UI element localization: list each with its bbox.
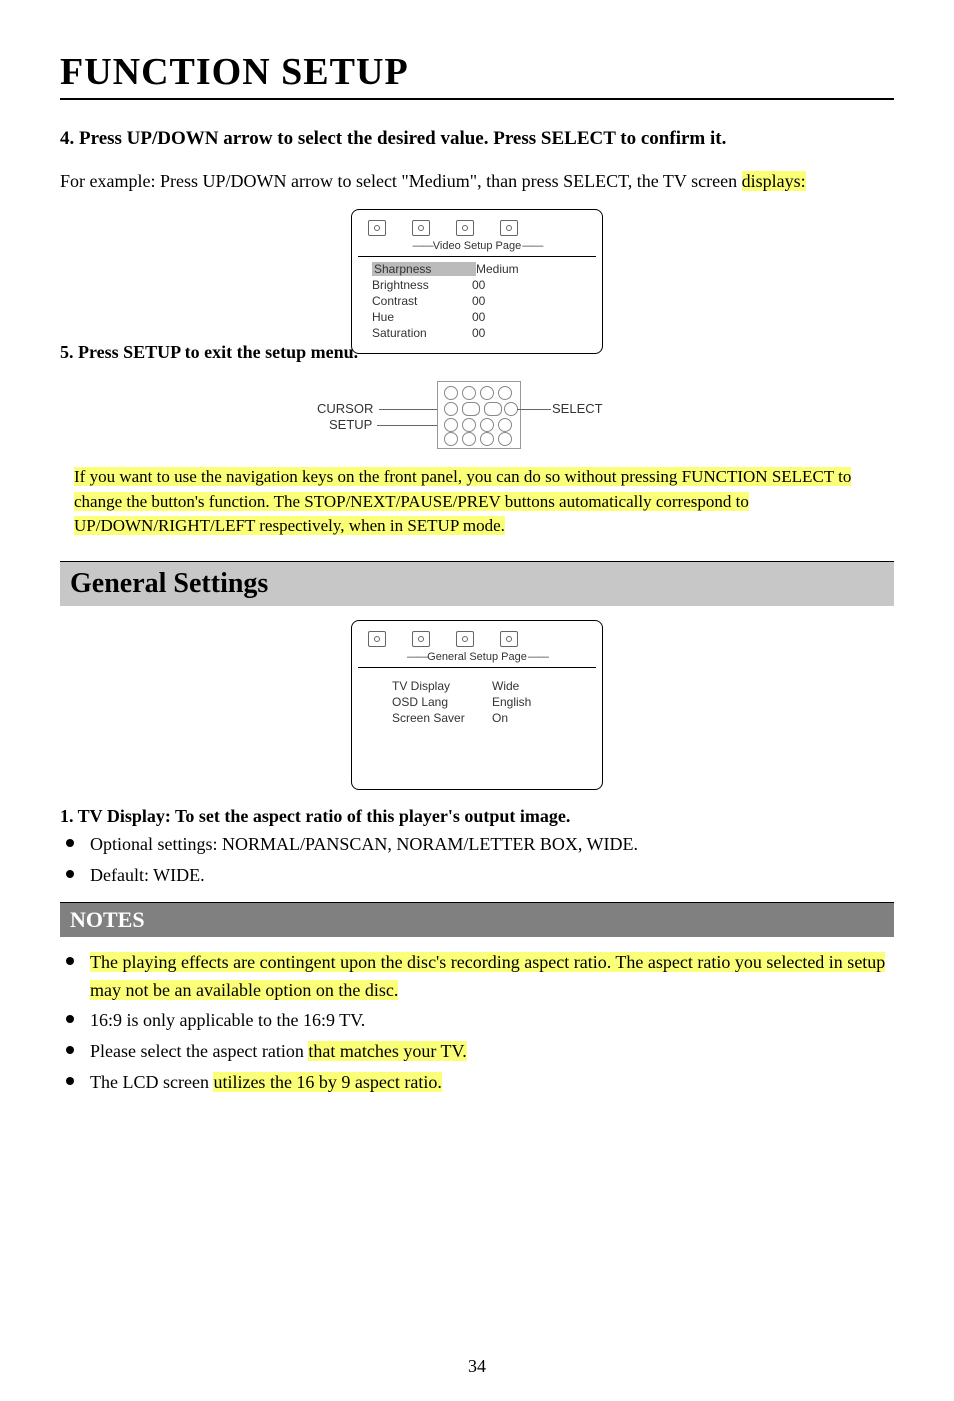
page-number: 34 <box>0 1356 954 1377</box>
tab-icon <box>368 220 386 236</box>
note-4a: The LCD screen <box>90 1072 213 1092</box>
osd-key: Brightness <box>372 278 472 292</box>
osd-items: Sharpness Medium Brightness 00 Contrast … <box>358 257 596 347</box>
osd-value: 00 <box>472 278 485 292</box>
osd-row: Brightness 00 <box>360 277 594 293</box>
tab-icon <box>412 220 430 236</box>
tab-icon <box>456 631 474 647</box>
osd-key: Hue <box>372 310 472 324</box>
osd-general-setup: General Setup Page TV Display Wide OSD L… <box>351 620 603 790</box>
osd-label: General Setup Page <box>358 649 596 665</box>
tv-display-header-rest: : To set the aspect ratio of this player… <box>165 806 570 826</box>
general-settings-header: General Settings <box>60 561 894 606</box>
remote-label-cursor: CURSOR <box>317 401 373 416</box>
tab-icon <box>500 220 518 236</box>
osd-key: Sharpness <box>372 262 476 276</box>
osd-row: Saturation 00 <box>360 325 594 341</box>
osd-video-wrapper: Video Setup Page Sharpness Medium Bright… <box>60 209 894 354</box>
osd-key: TV Display <box>392 679 492 693</box>
osd-key: Saturation <box>372 326 472 340</box>
list-item: The playing effects are contingent upon … <box>60 949 894 1005</box>
osd-value: Medium <box>476 262 519 276</box>
osd-value: Wide <box>492 679 519 693</box>
list-item: Default: WIDE. <box>60 862 894 890</box>
list-item: The LCD screen utilizes the 16 by 9 aspe… <box>60 1069 894 1097</box>
osd-general-wrapper: General Setup Page TV Display Wide OSD L… <box>60 620 894 790</box>
remote-label-select: SELECT <box>552 401 603 416</box>
list-item: Optional settings: NORMAL/PANSCAN, NORAM… <box>60 831 894 859</box>
note-3b-highlight: that matches your TV. <box>308 1041 466 1061</box>
osd-value: English <box>492 695 531 709</box>
osd-value: 00 <box>472 326 485 340</box>
remote-diagram-wrap: CURSOR SETUP SELECT <box>60 381 894 451</box>
example-text-line1: For example: Press UP/DOWN arrow to sele… <box>60 171 742 191</box>
notes-bullets: The playing effects are contingent upon … <box>60 949 894 1097</box>
page: FUNCTION SETUP 4. Press UP/DOWN arrow to… <box>0 0 954 1401</box>
osd-value: On <box>492 711 508 725</box>
osd-row: Contrast 00 <box>360 293 594 309</box>
tab-icon <box>368 631 386 647</box>
tab-icon <box>456 220 474 236</box>
osd-items: TV Display Wide OSD Lang English Screen … <box>358 668 596 732</box>
osd-value: 00 <box>472 294 485 308</box>
tv-display-header-bold: 1. TV Display <box>60 806 165 826</box>
remote-keypad <box>437 381 521 449</box>
list-item: Please select the aspect ration that mat… <box>60 1038 894 1066</box>
osd-key: OSD Lang <box>392 695 492 709</box>
tab-icon <box>412 631 430 647</box>
navigation-tip: If you want to use the navigation keys o… <box>74 465 886 539</box>
remote-label-setup: SETUP <box>329 417 372 432</box>
osd-tab-icons <box>358 627 596 649</box>
note-4b-highlight: utilizes the 16 by 9 aspect ratio. <box>213 1072 441 1092</box>
osd-label: Video Setup Page <box>358 238 596 254</box>
osd-tab-icons <box>358 216 596 238</box>
osd-row: Screen Saver On <box>380 710 594 726</box>
remote-diagram: CURSOR SETUP SELECT <box>317 381 637 451</box>
example-text-line2-highlight: displays: <box>742 171 806 191</box>
osd-row: OSD Lang English <box>380 694 594 710</box>
osd-row: TV Display Wide <box>380 678 594 694</box>
tab-icon <box>500 631 518 647</box>
note-1-highlight: The playing effects are contingent upon … <box>90 952 885 1000</box>
osd-value: 00 <box>472 310 485 324</box>
list-item: 16:9 is only applicable to the 16:9 TV. <box>60 1007 894 1035</box>
osd-row: Sharpness Medium <box>360 261 594 277</box>
notes-header: NOTES <box>60 902 894 937</box>
osd-row: Hue 00 <box>360 309 594 325</box>
tv-display-header: 1. TV Display: To set the aspect ratio o… <box>60 806 894 827</box>
osd-video-setup: Video Setup Page Sharpness Medium Bright… <box>351 209 603 354</box>
osd-key: Contrast <box>372 294 472 308</box>
example-text: For example: Press UP/DOWN arrow to sele… <box>60 168 894 195</box>
note-3a: Please select the aspect ration <box>90 1041 308 1061</box>
page-title: FUNCTION SETUP <box>60 50 894 100</box>
navigation-tip-highlight: If you want to use the navigation keys o… <box>74 467 851 535</box>
step-4-header: 4. Press UP/DOWN arrow to select the des… <box>60 128 894 150</box>
osd-key: Screen Saver <box>392 711 492 725</box>
tv-display-bullets: Optional settings: NORMAL/PANSCAN, NORAM… <box>60 831 894 890</box>
